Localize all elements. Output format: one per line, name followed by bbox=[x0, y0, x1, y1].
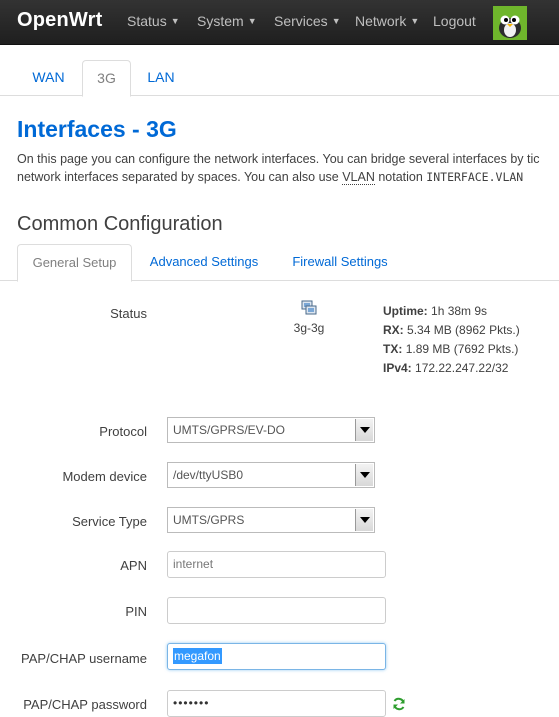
menu-status[interactable]: Status ▼ bbox=[127, 13, 180, 29]
tx-value: 1.89 MB (7692 Pkts.) bbox=[405, 342, 519, 356]
vlan-abbr: VLAN bbox=[342, 170, 375, 185]
status-details: Uptime: 1h 38m 9s RX: 5.34 MB (8962 Pkts… bbox=[383, 302, 520, 378]
ipv4-value: 172.22.247.22/32 bbox=[415, 361, 509, 375]
uptime-label: Uptime: bbox=[383, 304, 428, 318]
chevron-down-icon: ▼ bbox=[331, 16, 341, 26]
menu-logout[interactable]: Logout bbox=[433, 13, 476, 29]
apn-value: internet bbox=[173, 557, 214, 571]
username-input[interactable]: megafon bbox=[167, 643, 386, 670]
protocol-value: UMTS/GPRS/EV-DO bbox=[173, 423, 286, 437]
tab-advanced-settings[interactable]: Advanced Settings bbox=[139, 244, 269, 279]
username-label: PAP/CHAP username bbox=[21, 651, 147, 666]
openwrt-mascot-icon bbox=[493, 6, 527, 40]
password-value: ••••••• bbox=[173, 696, 210, 710]
service-type-label: Service Type bbox=[72, 514, 147, 529]
menu-services-label: Services bbox=[274, 13, 328, 29]
tab-wan[interactable]: WAN bbox=[17, 60, 80, 94]
pin-label: PIN bbox=[125, 604, 147, 619]
interface-status: 3g-3g bbox=[287, 300, 331, 335]
apn-input[interactable]: internet bbox=[167, 551, 386, 578]
chevron-down-icon: ▼ bbox=[410, 16, 420, 26]
description-text: network interfaces separated by spaces. … bbox=[17, 170, 343, 184]
dropdown-arrow-icon[interactable] bbox=[355, 419, 373, 441]
brand-logo-text[interactable]: OpenWrt bbox=[17, 9, 102, 32]
tab-general-setup[interactable]: General Setup bbox=[17, 244, 132, 282]
config-subtabbar: General Setup Advanced Settings Firewall… bbox=[0, 244, 559, 282]
network-interface-icon bbox=[301, 300, 317, 315]
menu-network[interactable]: Network ▼ bbox=[355, 13, 419, 29]
menu-system-label: System bbox=[197, 13, 244, 29]
username-value: megafon bbox=[173, 648, 222, 664]
reveal-password-icon[interactable] bbox=[392, 697, 406, 711]
tx-label: TX: bbox=[383, 342, 403, 356]
password-label: PAP/CHAP password bbox=[23, 697, 147, 712]
apn-label: APN bbox=[120, 558, 147, 573]
menu-services[interactable]: Services ▼ bbox=[274, 13, 341, 29]
interface-tabbar: WAN 3G LAN bbox=[0, 60, 559, 97]
dropdown-arrow-icon[interactable] bbox=[355, 509, 373, 531]
rx-value: 5.34 MB (8962 Pkts.) bbox=[407, 323, 520, 337]
password-input[interactable]: ••••••• bbox=[167, 690, 386, 717]
menu-status-label: Status bbox=[127, 13, 167, 29]
tab-lan[interactable]: LAN bbox=[131, 60, 191, 94]
description-line-2: network interfaces separated by spaces. … bbox=[17, 168, 559, 186]
section-title: Common Configuration bbox=[17, 213, 223, 235]
top-navbar: OpenWrt Status ▼ System ▼ Services ▼ Networ… bbox=[0, 0, 559, 45]
protocol-select[interactable]: UMTS/GPRS/EV-DO bbox=[167, 417, 375, 443]
interface-name: 3g-3g bbox=[293, 321, 325, 335]
dropdown-arrow-icon[interactable] bbox=[355, 464, 373, 486]
service-type-select[interactable]: UMTS/GPRS bbox=[167, 507, 375, 533]
modem-device-value: /dev/ttyUSB0 bbox=[173, 468, 244, 482]
page-title: Interfaces - 3G bbox=[17, 116, 177, 142]
modem-device-label: Modem device bbox=[62, 469, 147, 484]
description-line-1: On this page you can configure the netwo… bbox=[17, 152, 540, 166]
rx-label: RX: bbox=[383, 323, 404, 337]
protocol-label: Protocol bbox=[99, 424, 147, 439]
menu-system[interactable]: System ▼ bbox=[197, 13, 257, 29]
status-label: Status bbox=[110, 306, 147, 321]
tab-firewall-settings[interactable]: Firewall Settings bbox=[282, 244, 398, 279]
menu-network-label: Network bbox=[355, 13, 407, 29]
page-description: On this page you can configure the netwo… bbox=[17, 150, 559, 186]
vlan-notation-code: INTERFACE.VLAN bbox=[426, 170, 524, 184]
modem-device-select[interactable]: /dev/ttyUSB0 bbox=[167, 462, 375, 488]
service-type-value: UMTS/GPRS bbox=[173, 513, 245, 527]
description-text-mid: notation bbox=[374, 170, 427, 184]
tab-3g[interactable]: 3G bbox=[82, 60, 131, 97]
chevron-down-icon: ▼ bbox=[170, 16, 180, 26]
ipv4-label: IPv4: bbox=[383, 361, 412, 375]
chevron-down-icon: ▼ bbox=[247, 16, 257, 26]
uptime-value: 1h 38m 9s bbox=[431, 304, 488, 318]
pin-input[interactable] bbox=[167, 597, 386, 624]
